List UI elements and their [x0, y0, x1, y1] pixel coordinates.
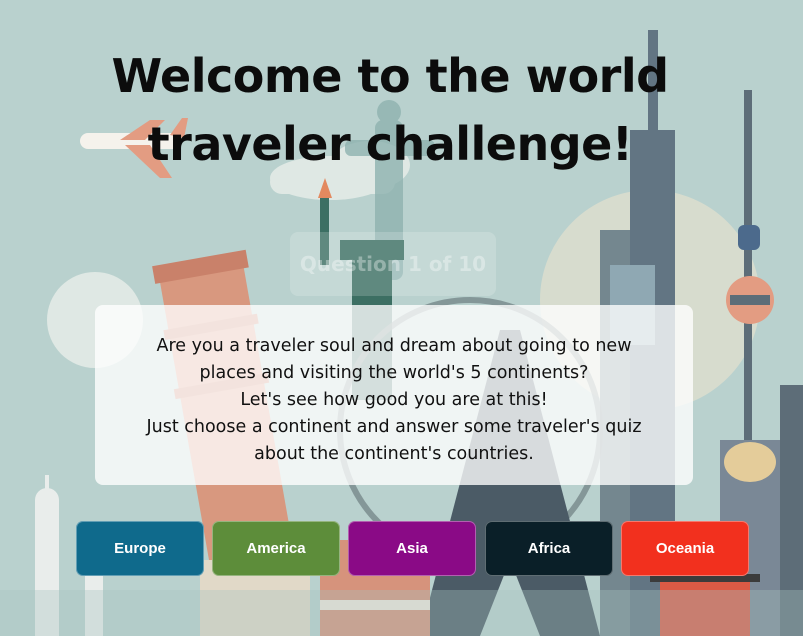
- intro-text-line: places and visiting the world's 5 contin…: [199, 363, 589, 383]
- continent-button-row: Europe America Asia Africa Oceania: [76, 521, 750, 576]
- intro-text-line: Let's see how good you are at this!: [240, 390, 548, 410]
- america-button[interactable]: America: [212, 521, 340, 576]
- title-line-2: traveler challenge!: [147, 117, 633, 171]
- asia-button[interactable]: Asia: [348, 521, 476, 576]
- intro-text-line: Are you a traveler soul and dream about …: [156, 336, 632, 356]
- europe-button[interactable]: Europe: [76, 521, 204, 576]
- faded-question-counter: Question 1 of 10: [290, 232, 496, 296]
- intro-text-line: Just choose a continent and answer some …: [146, 417, 642, 437]
- africa-button[interactable]: Africa: [485, 521, 613, 576]
- page-title: Welcome to the world traveler challenge!: [90, 42, 690, 178]
- oceania-button[interactable]: Oceania: [621, 521, 749, 576]
- intro-text-line: about the continent's countries.: [254, 444, 534, 464]
- title-line-1: Welcome to the world: [111, 49, 669, 103]
- intro-panel: Are you a traveler soul and dream about …: [95, 305, 693, 485]
